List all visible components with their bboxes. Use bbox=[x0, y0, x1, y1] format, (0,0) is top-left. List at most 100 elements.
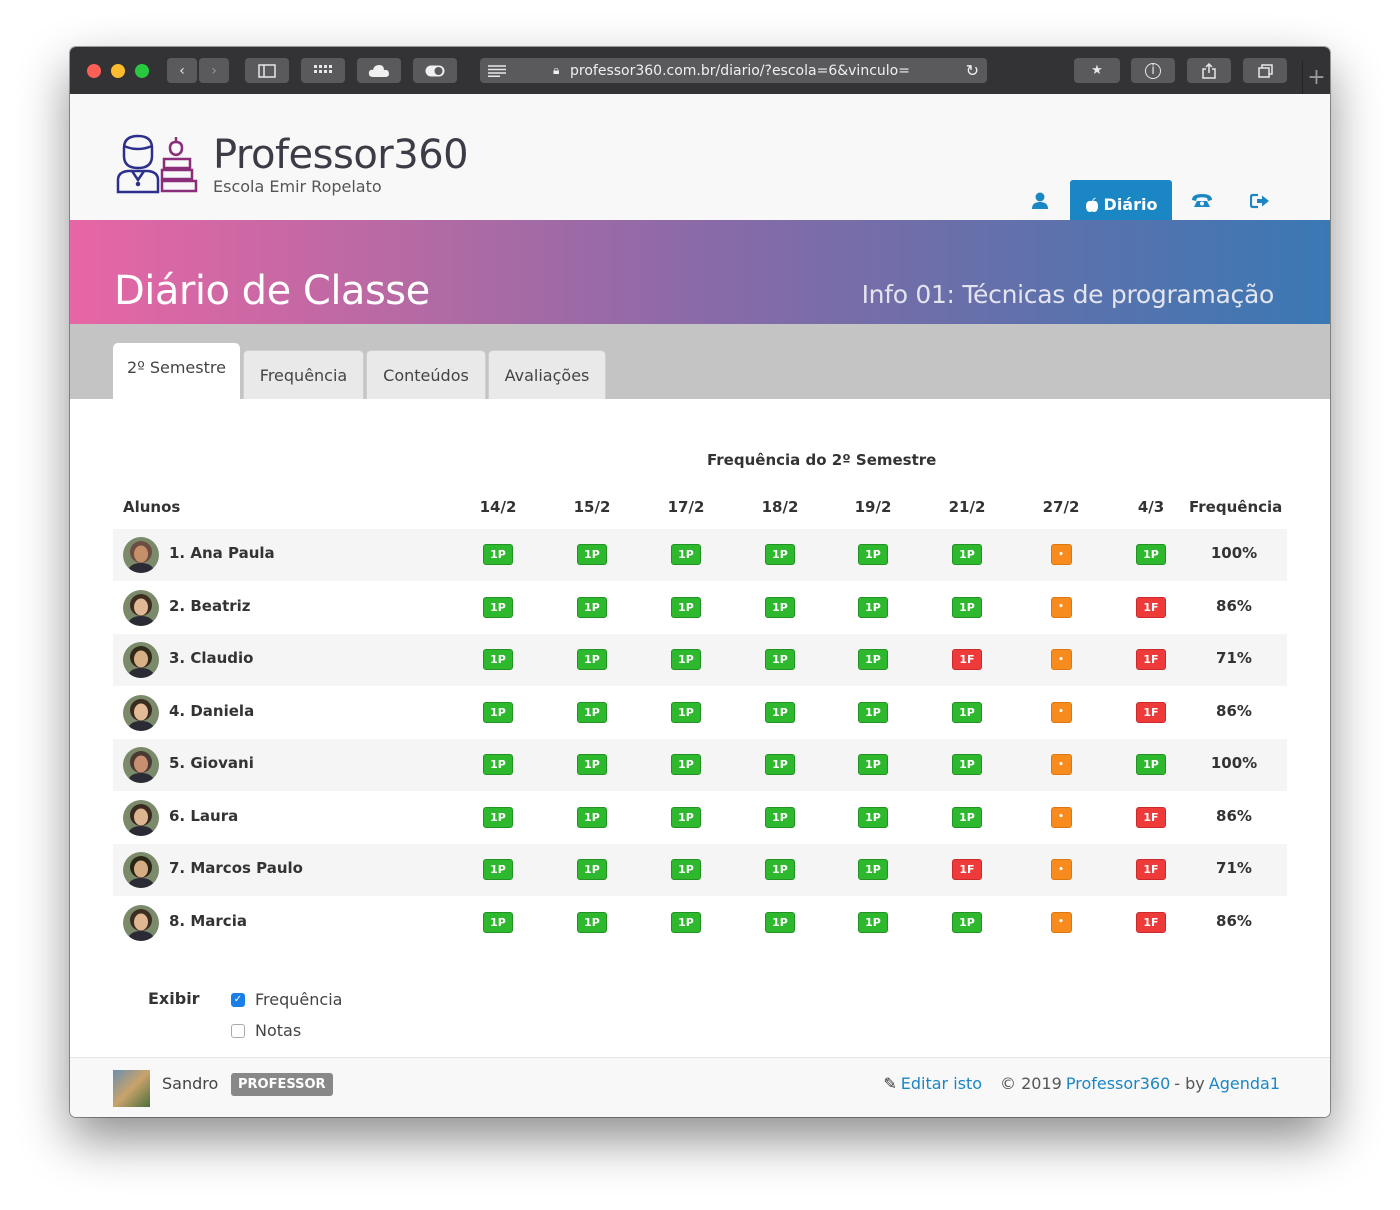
show-frequency-option[interactable]: ✓ Frequência bbox=[231, 990, 342, 1009]
present-badge[interactable]: 1P bbox=[483, 544, 513, 565]
brand-name[interactable]: Professor360 bbox=[213, 132, 469, 178]
present-badge[interactable]: 1P bbox=[671, 544, 701, 565]
tab-conteudos[interactable]: Conteúdos bbox=[366, 350, 486, 399]
frequency-checkbox[interactable]: ✓ bbox=[231, 992, 245, 1007]
present-badge[interactable]: 1P bbox=[765, 701, 795, 723]
present-badge[interactable]: 1P bbox=[858, 649, 888, 670]
pending-badge[interactable]: • bbox=[1050, 859, 1072, 880]
present-badge[interactable]: 1P bbox=[671, 754, 701, 775]
tabs-overview-button[interactable] bbox=[301, 58, 345, 83]
absent-badge[interactable]: 1F bbox=[1136, 806, 1166, 828]
edit-icon[interactable]: ✎ bbox=[883, 1074, 896, 1093]
icloud-button[interactable] bbox=[357, 58, 401, 83]
present-badge[interactable]: 1P bbox=[858, 596, 888, 618]
reload-icon[interactable]: ↻ bbox=[966, 61, 979, 80]
present-badge[interactable]: 1P bbox=[671, 701, 701, 723]
absent-badge[interactable]: 1F bbox=[1136, 911, 1166, 933]
present-badge[interactable]: 1P bbox=[765, 806, 795, 828]
close-window-button[interactable] bbox=[87, 64, 101, 78]
present-badge[interactable]: 1P bbox=[765, 911, 795, 933]
zoom-window-button[interactable] bbox=[135, 64, 149, 78]
present-badge[interactable]: 1P bbox=[577, 649, 607, 670]
company-link[interactable]: Agenda1 bbox=[1209, 1074, 1280, 1093]
present-badge[interactable]: 1P bbox=[483, 806, 513, 828]
present-badge[interactable]: 1P bbox=[483, 911, 513, 933]
student-name[interactable]: 3. Claudio bbox=[169, 649, 254, 667]
logout-nav-button[interactable] bbox=[1249, 193, 1270, 213]
absent-badge[interactable]: 1F bbox=[1136, 859, 1166, 880]
present-badge[interactable]: 1P bbox=[483, 701, 513, 723]
present-badge[interactable]: 1P bbox=[671, 859, 701, 880]
bookmark-button[interactable]: ★ bbox=[1074, 58, 1120, 83]
student-name[interactable]: 8. Marcia bbox=[169, 912, 247, 930]
present-badge[interactable]: 1P bbox=[671, 649, 701, 670]
pending-badge[interactable]: • bbox=[1050, 701, 1072, 723]
present-badge[interactable]: 1P bbox=[765, 544, 795, 565]
present-badge[interactable]: 1P bbox=[577, 806, 607, 828]
present-badge[interactable]: 1P bbox=[1136, 754, 1166, 775]
present-badge[interactable]: 1P bbox=[577, 859, 607, 880]
student-name[interactable]: 2. Beatriz bbox=[169, 597, 251, 615]
share-button[interactable] bbox=[1187, 58, 1231, 83]
info-button[interactable]: i bbox=[1131, 58, 1175, 83]
present-badge[interactable]: 1P bbox=[858, 911, 888, 933]
present-badge[interactable]: 1P bbox=[483, 754, 513, 775]
present-badge[interactable]: 1P bbox=[858, 701, 888, 723]
absent-badge[interactable]: 1F bbox=[1136, 649, 1166, 670]
present-badge[interactable]: 1P bbox=[483, 859, 513, 880]
absent-badge[interactable]: 1F bbox=[952, 859, 982, 880]
pending-badge[interactable]: • bbox=[1050, 649, 1072, 670]
present-badge[interactable]: 1P bbox=[765, 859, 795, 880]
student-name[interactable]: 5. Giovani bbox=[169, 754, 254, 772]
present-badge[interactable]: 1P bbox=[483, 596, 513, 618]
present-badge[interactable]: 1P bbox=[952, 701, 982, 723]
contact-nav-button[interactable] bbox=[1191, 193, 1213, 212]
present-badge[interactable]: 1P bbox=[1136, 544, 1166, 565]
pending-badge[interactable]: • bbox=[1050, 911, 1072, 933]
present-badge[interactable]: 1P bbox=[577, 911, 607, 933]
forward-button[interactable]: › bbox=[199, 58, 229, 83]
present-badge[interactable]: 1P bbox=[858, 806, 888, 828]
present-badge[interactable]: 1P bbox=[671, 806, 701, 828]
present-badge[interactable]: 1P bbox=[577, 544, 607, 565]
pending-badge[interactable]: • bbox=[1050, 806, 1072, 828]
present-badge[interactable]: 1P bbox=[483, 649, 513, 670]
edit-link[interactable]: Editar isto bbox=[901, 1074, 982, 1093]
pending-badge[interactable]: • bbox=[1050, 596, 1072, 618]
sidebar-button[interactable] bbox=[245, 58, 289, 83]
address-bar[interactable]: 🔒︎ professor360.com.br/diario/?escola=6&… bbox=[480, 58, 987, 83]
pending-badge[interactable]: • bbox=[1050, 544, 1072, 565]
product-link[interactable]: Professor360 bbox=[1066, 1074, 1170, 1093]
present-badge[interactable]: 1P bbox=[671, 911, 701, 933]
new-tab-button[interactable]: + bbox=[1302, 61, 1330, 94]
tab-semestre[interactable]: 2º Semestre bbox=[113, 343, 240, 400]
absent-badge[interactable]: 1F bbox=[1136, 701, 1166, 723]
tab-avaliacoes[interactable]: Avaliações bbox=[488, 350, 606, 399]
tab-frequencia[interactable]: Frequência bbox=[243, 350, 364, 399]
absent-badge[interactable]: 1F bbox=[952, 649, 982, 670]
absent-badge[interactable]: 1F bbox=[1136, 596, 1166, 618]
back-button[interactable]: ‹ bbox=[167, 58, 197, 83]
present-badge[interactable]: 1P bbox=[671, 596, 701, 618]
user-avatar[interactable] bbox=[113, 1070, 150, 1107]
show-tabs-button[interactable] bbox=[1243, 58, 1287, 83]
present-badge[interactable]: 1P bbox=[858, 544, 888, 565]
present-badge[interactable]: 1P bbox=[765, 754, 795, 775]
present-badge[interactable]: 1P bbox=[858, 754, 888, 775]
student-name[interactable]: 6. Laura bbox=[169, 807, 238, 825]
present-badge[interactable]: 1P bbox=[952, 754, 982, 775]
toggle-extension-button[interactable] bbox=[413, 58, 457, 83]
present-badge[interactable]: 1P bbox=[577, 596, 607, 618]
present-badge[interactable]: 1P bbox=[765, 649, 795, 670]
grades-checkbox[interactable] bbox=[231, 1023, 245, 1038]
present-badge[interactable]: 1P bbox=[952, 806, 982, 828]
present-badge[interactable]: 1P bbox=[577, 701, 607, 723]
present-badge[interactable]: 1P bbox=[577, 754, 607, 775]
student-name[interactable]: 1. Ana Paula bbox=[169, 544, 275, 562]
present-badge[interactable]: 1P bbox=[952, 544, 982, 565]
show-grades-option[interactable]: Notas bbox=[231, 1021, 301, 1040]
student-name[interactable]: 4. Daniela bbox=[169, 702, 254, 720]
minimize-window-button[interactable] bbox=[111, 64, 125, 78]
present-badge[interactable]: 1P bbox=[765, 596, 795, 618]
student-name[interactable]: 7. Marcos Paulo bbox=[169, 859, 303, 877]
